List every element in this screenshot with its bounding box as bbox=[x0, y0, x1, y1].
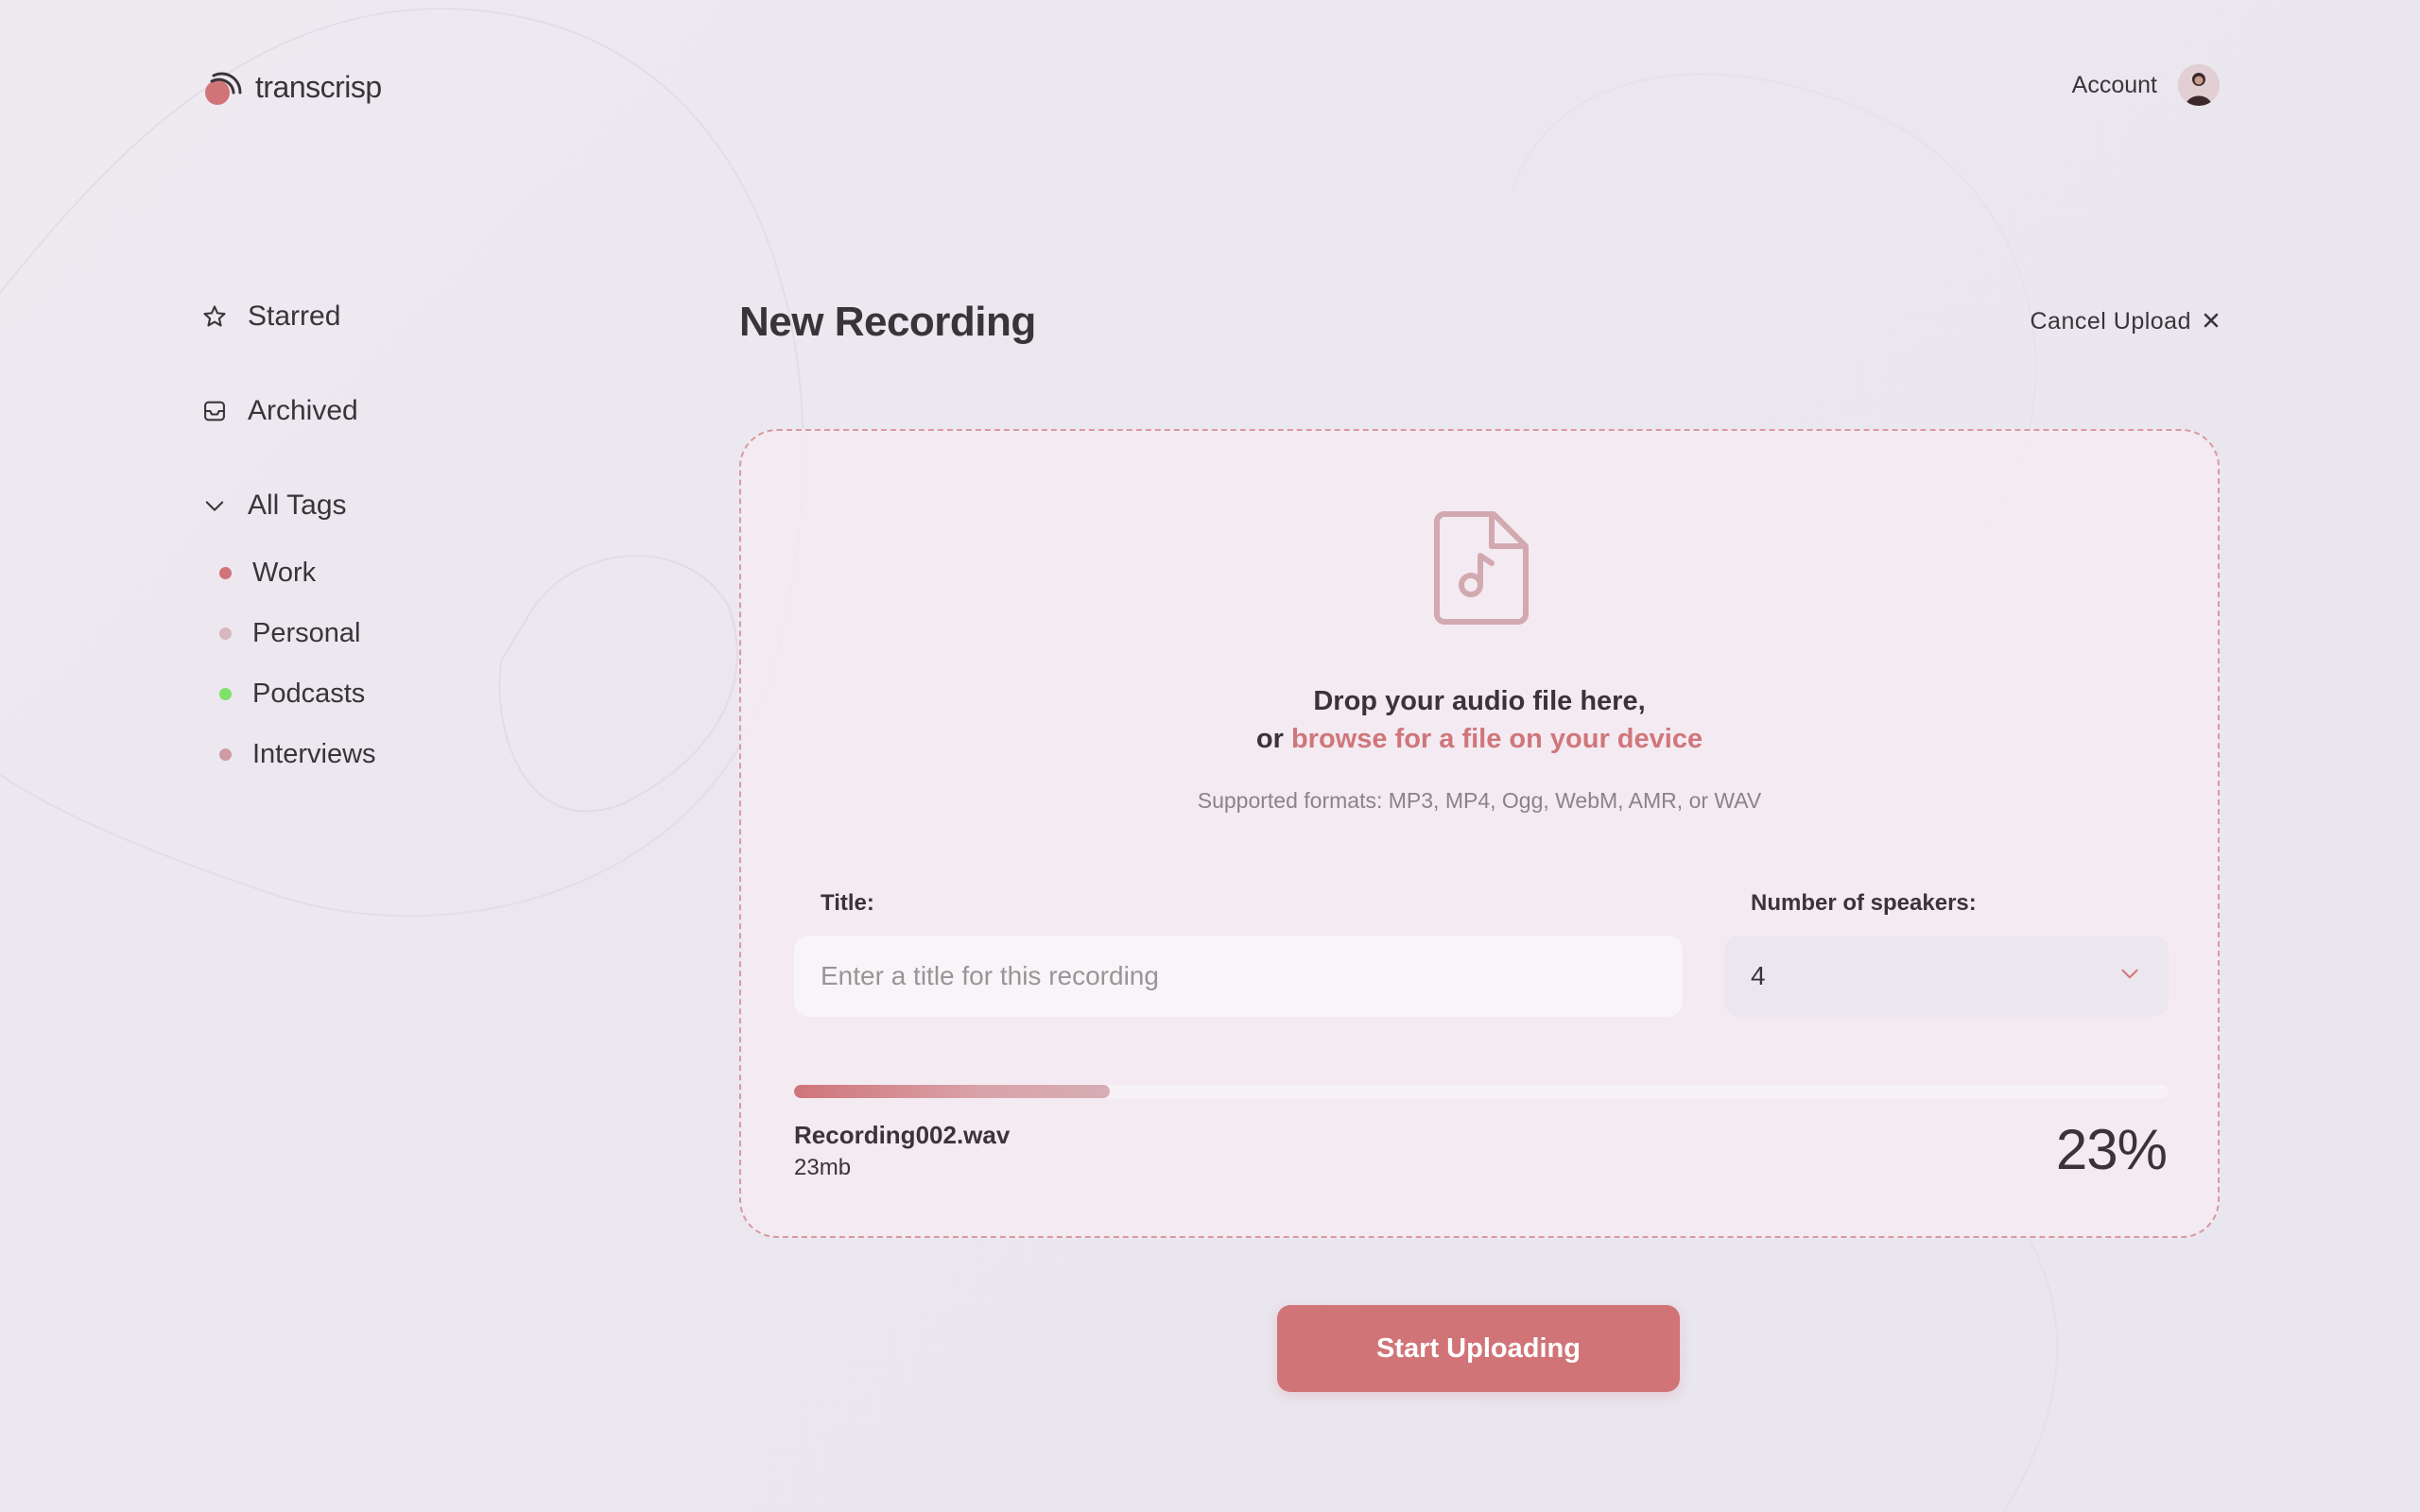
tag-label: Interviews bbox=[252, 738, 376, 769]
tag-color-dot bbox=[219, 747, 232, 761]
account-label[interactable]: Account bbox=[2072, 72, 2157, 99]
upload-percent: 23% bbox=[2055, 1118, 2168, 1181]
upload-progress-bar bbox=[794, 1085, 2169, 1098]
sidebar-tag-podcasts[interactable]: Podcasts bbox=[200, 675, 579, 713]
file-name: Recording002.wav bbox=[794, 1121, 1011, 1149]
audio-file-icon bbox=[1431, 510, 1530, 626]
account-menu[interactable]: Account bbox=[2072, 64, 2220, 106]
star-icon bbox=[200, 302, 229, 331]
chevron-down-icon bbox=[2118, 961, 2142, 992]
tag-list: Work Personal Podcasts Interviews bbox=[200, 554, 579, 773]
drop-instructions: Drop your audio file here, bbox=[1313, 686, 1646, 716]
supported-formats: Supported formats: MP3, MP4, Ogg, WebM, … bbox=[1197, 788, 1762, 813]
drop-or-text: or bbox=[1255, 724, 1284, 754]
speakers-value: 4 bbox=[1751, 961, 1766, 990]
app-logo[interactable]: transcrisp bbox=[200, 64, 382, 110]
logo-mark-icon bbox=[200, 64, 246, 110]
sidebar-tag-personal[interactable]: Personal bbox=[200, 614, 579, 652]
avatar[interactable] bbox=[2178, 64, 2220, 106]
sidebar-tag-interviews[interactable]: Interviews bbox=[200, 735, 579, 773]
speakers-label: Number of speakers: bbox=[1751, 890, 1977, 916]
sidebar-item-label: All Tags bbox=[248, 490, 347, 521]
speakers-select[interactable]: 4 bbox=[1724, 936, 2169, 1017]
tag-color-dot bbox=[219, 627, 232, 640]
cancel-upload-button[interactable]: Cancel Upload bbox=[2031, 308, 2221, 335]
title-label: Title: bbox=[821, 890, 874, 916]
title-input[interactable] bbox=[794, 936, 1683, 1017]
start-uploading-button[interactable]: Start Uploading bbox=[1277, 1305, 1680, 1392]
page-title: New Recording bbox=[739, 299, 1036, 345]
sidebar-item-archived[interactable]: Archived bbox=[200, 387, 579, 435]
tag-label: Podcasts bbox=[252, 678, 366, 709]
upload-progress-fill bbox=[794, 1085, 1111, 1098]
inbox-icon bbox=[200, 397, 229, 425]
tag-color-dot bbox=[219, 566, 232, 579]
cancel-upload-label: Cancel Upload bbox=[2030, 308, 2191, 335]
sidebar-item-label: Starred bbox=[248, 301, 341, 332]
file-dropzone[interactable]: Drop your audio file here, or browse for… bbox=[739, 429, 2220, 1238]
browse-file-link[interactable]: browse for a file on your device bbox=[1291, 724, 1703, 754]
drop-instructions-browse: or browse for a file on your device bbox=[741, 724, 2218, 755]
chevron-down-icon bbox=[200, 491, 229, 520]
logo-text: transcrisp bbox=[255, 69, 382, 104]
tag-label: Personal bbox=[252, 617, 361, 648]
close-icon bbox=[2203, 308, 2220, 335]
sidebar: Starred Archived All Tags Work Personal … bbox=[200, 293, 579, 796]
file-size: 23mb bbox=[794, 1155, 852, 1180]
sidebar-item-label: Archived bbox=[248, 395, 358, 426]
sidebar-item-starred[interactable]: Starred bbox=[200, 293, 579, 340]
tag-color-dot bbox=[219, 687, 232, 700]
sidebar-item-all-tags[interactable]: All Tags bbox=[200, 482, 579, 529]
sidebar-tag-work[interactable]: Work bbox=[200, 554, 579, 592]
tag-label: Work bbox=[252, 557, 317, 588]
